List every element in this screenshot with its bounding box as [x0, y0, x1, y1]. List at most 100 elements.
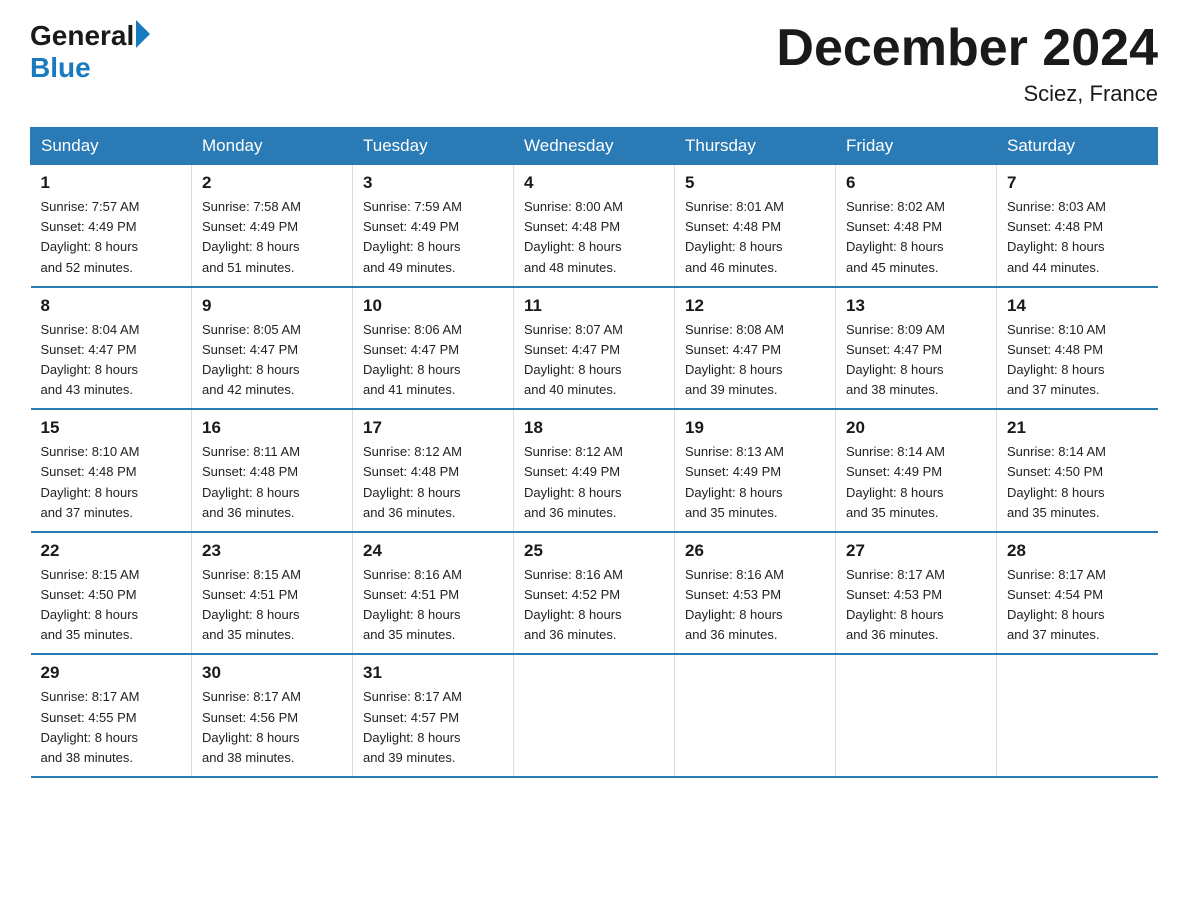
day-info: Sunrise: 8:17 AMSunset: 4:57 PMDaylight:… [363, 687, 503, 768]
calendar-cell: 1 Sunrise: 7:57 AMSunset: 4:49 PMDaylight… [31, 165, 192, 287]
day-info: Sunrise: 8:02 AMSunset: 4:48 PMDaylight:… [846, 197, 986, 278]
header-monday: Monday [192, 128, 353, 165]
day-number: 9 [202, 296, 342, 316]
header-tuesday: Tuesday [353, 128, 514, 165]
day-info: Sunrise: 8:03 AMSunset: 4:48 PMDaylight:… [1007, 197, 1148, 278]
logo-general-text: General [30, 20, 134, 52]
day-number: 31 [363, 663, 503, 683]
calendar-cell: 11 Sunrise: 8:07 AMSunset: 4:47 PMDayligh… [514, 287, 675, 410]
day-info: Sunrise: 8:04 AMSunset: 4:47 PMDaylight:… [41, 320, 182, 401]
calendar-cell: 16 Sunrise: 8:11 AMSunset: 4:48 PMDayligh… [192, 409, 353, 532]
day-info: Sunrise: 8:08 AMSunset: 4:47 PMDaylight:… [685, 320, 825, 401]
day-number: 16 [202, 418, 342, 438]
day-number: 25 [524, 541, 664, 561]
day-number: 1 [41, 173, 182, 193]
calendar-cell [836, 654, 997, 777]
day-info: Sunrise: 8:16 AMSunset: 4:51 PMDaylight:… [363, 565, 503, 646]
calendar-cell: 15Sunrise: 8:10 AMSunset: 4:48 PMDayligh… [31, 409, 192, 532]
day-number: 26 [685, 541, 825, 561]
day-number: 2 [202, 173, 342, 193]
day-info: Sunrise: 8:09 AMSunset: 4:47 PMDaylight:… [846, 320, 986, 401]
day-number: 30 [202, 663, 342, 683]
calendar-subtitle: Sciez, France [776, 81, 1158, 107]
day-info: Sunrise: 8:00 AMSunset: 4:48 PMDaylight:… [524, 197, 664, 278]
day-number: 29 [41, 663, 182, 683]
day-info: Sunrise: 8:15 AMSunset: 4:50 PMDaylight:… [41, 565, 182, 646]
day-info: Sunrise: 8:12 AMSunset: 4:49 PMDaylight:… [524, 442, 664, 523]
calendar-row-1: 1 Sunrise: 7:57 AMSunset: 4:49 PMDaylight… [31, 165, 1158, 287]
day-info: Sunrise: 7:58 AMSunset: 4:49 PMDaylight:… [202, 197, 342, 278]
day-info: Sunrise: 8:07 AMSunset: 4:47 PMDaylight:… [524, 320, 664, 401]
logo: General Blue [30, 20, 150, 84]
day-info: Sunrise: 8:05 AMSunset: 4:47 PMDaylight:… [202, 320, 342, 401]
calendar-cell: 13 Sunrise: 8:09 AMSunset: 4:47 PMDayligh… [836, 287, 997, 410]
day-number: 28 [1007, 541, 1148, 561]
day-number: 27 [846, 541, 986, 561]
calendar-row-3: 15Sunrise: 8:10 AMSunset: 4:48 PMDayligh… [31, 409, 1158, 532]
calendar-cell: 12 Sunrise: 8:08 AMSunset: 4:47 PMDayligh… [675, 287, 836, 410]
calendar-cell: 21Sunrise: 8:14 AMSunset: 4:50 PMDayligh… [997, 409, 1158, 532]
day-number: 17 [363, 418, 503, 438]
logo-arrow-icon [136, 20, 150, 48]
day-number: 6 [846, 173, 986, 193]
day-number: 5 [685, 173, 825, 193]
header-saturday: Saturday [997, 128, 1158, 165]
calendar-row-2: 8Sunrise: 8:04 AMSunset: 4:47 PMDaylight… [31, 287, 1158, 410]
day-info: Sunrise: 8:17 AMSunset: 4:56 PMDaylight:… [202, 687, 342, 768]
title-block: December 2024 Sciez, France [776, 20, 1158, 107]
calendar-cell: 23Sunrise: 8:15 AMSunset: 4:51 PMDayligh… [192, 532, 353, 655]
day-info: Sunrise: 7:59 AMSunset: 4:49 PMDaylight:… [363, 197, 503, 278]
day-number: 22 [41, 541, 182, 561]
calendar-cell: 27 Sunrise: 8:17 AMSunset: 4:53 PMDayligh… [836, 532, 997, 655]
day-info: Sunrise: 8:12 AMSunset: 4:48 PMDaylight:… [363, 442, 503, 523]
day-number: 14 [1007, 296, 1148, 316]
calendar-cell: 19Sunrise: 8:13 AMSunset: 4:49 PMDayligh… [675, 409, 836, 532]
day-number: 13 [846, 296, 986, 316]
calendar-cell: 2 Sunrise: 7:58 AMSunset: 4:49 PMDaylight… [192, 165, 353, 287]
calendar-cell: 10Sunrise: 8:06 AMSunset: 4:47 PMDayligh… [353, 287, 514, 410]
calendar-cell: 9 Sunrise: 8:05 AMSunset: 4:47 PMDaylight… [192, 287, 353, 410]
calendar-cell: 14 Sunrise: 8:10 AMSunset: 4:48 PMDayligh… [997, 287, 1158, 410]
day-number: 4 [524, 173, 664, 193]
logo-blue-text: Blue [30, 52, 91, 84]
header-sunday: Sunday [31, 128, 192, 165]
day-info: Sunrise: 8:15 AMSunset: 4:51 PMDaylight:… [202, 565, 342, 646]
calendar-cell: 8Sunrise: 8:04 AMSunset: 4:47 PMDaylight… [31, 287, 192, 410]
calendar-cell [675, 654, 836, 777]
calendar-cell [997, 654, 1158, 777]
day-info: Sunrise: 8:16 AMSunset: 4:53 PMDaylight:… [685, 565, 825, 646]
day-info: Sunrise: 8:06 AMSunset: 4:47 PMDaylight:… [363, 320, 503, 401]
header-thursday: Thursday [675, 128, 836, 165]
day-info: Sunrise: 8:11 AMSunset: 4:48 PMDaylight:… [202, 442, 342, 523]
calendar-cell: 24 Sunrise: 8:16 AMSunset: 4:51 PMDayligh… [353, 532, 514, 655]
day-info: Sunrise: 7:57 AMSunset: 4:49 PMDaylight:… [41, 197, 182, 278]
calendar-cell: 18 Sunrise: 8:12 AMSunset: 4:49 PMDayligh… [514, 409, 675, 532]
calendar-row-5: 29Sunrise: 8:17 AMSunset: 4:55 PMDayligh… [31, 654, 1158, 777]
day-number: 18 [524, 418, 664, 438]
calendar-cell: 25 Sunrise: 8:16 AMSunset: 4:52 PMDayligh… [514, 532, 675, 655]
day-info: Sunrise: 8:13 AMSunset: 4:49 PMDaylight:… [685, 442, 825, 523]
day-info: Sunrise: 8:10 AMSunset: 4:48 PMDaylight:… [1007, 320, 1148, 401]
day-info: Sunrise: 8:10 AMSunset: 4:48 PMDaylight:… [41, 442, 182, 523]
logo-line1: General [30, 20, 150, 52]
day-info: Sunrise: 8:16 AMSunset: 4:52 PMDaylight:… [524, 565, 664, 646]
page-header: General Blue December 2024 Sciez, France [30, 20, 1158, 107]
calendar-table: SundayMondayTuesdayWednesdayThursdayFrid… [30, 127, 1158, 778]
calendar-title: December 2024 [776, 20, 1158, 77]
day-info: Sunrise: 8:17 AMSunset: 4:53 PMDaylight:… [846, 565, 986, 646]
calendar-cell: 17 Sunrise: 8:12 AMSunset: 4:48 PMDayligh… [353, 409, 514, 532]
calendar-row-4: 22 Sunrise: 8:15 AMSunset: 4:50 PMDayligh… [31, 532, 1158, 655]
day-number: 20 [846, 418, 986, 438]
day-number: 12 [685, 296, 825, 316]
day-number: 11 [524, 296, 664, 316]
header-friday: Friday [836, 128, 997, 165]
calendar-header-row: SundayMondayTuesdayWednesdayThursdayFrid… [31, 128, 1158, 165]
day-number: 24 [363, 541, 503, 561]
calendar-cell: 20 Sunrise: 8:14 AMSunset: 4:49 PMDayligh… [836, 409, 997, 532]
day-number: 7 [1007, 173, 1148, 193]
day-number: 21 [1007, 418, 1148, 438]
calendar-cell: 7 Sunrise: 8:03 AMSunset: 4:48 PMDaylight… [997, 165, 1158, 287]
calendar-cell: 5Sunrise: 8:01 AMSunset: 4:48 PMDaylight… [675, 165, 836, 287]
day-info: Sunrise: 8:17 AMSunset: 4:54 PMDaylight:… [1007, 565, 1148, 646]
day-info: Sunrise: 8:14 AMSunset: 4:49 PMDaylight:… [846, 442, 986, 523]
